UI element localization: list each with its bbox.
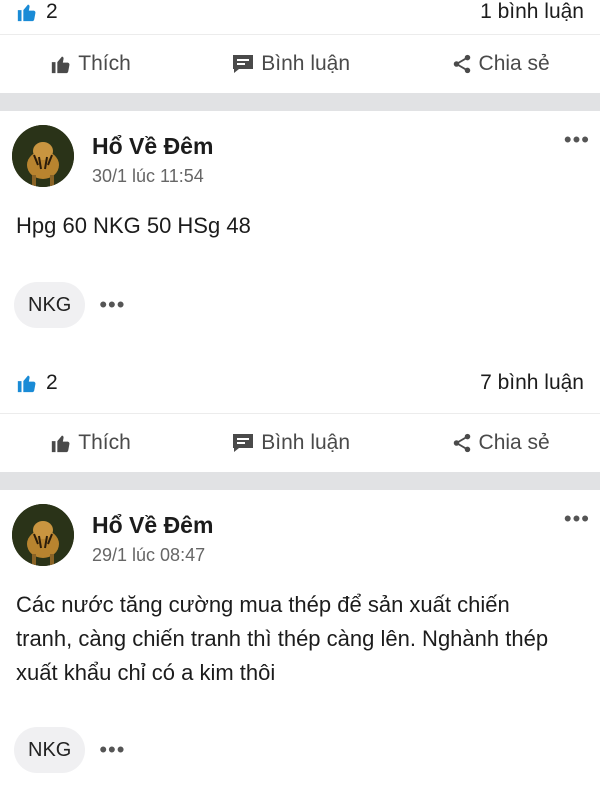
stock-tag-chip[interactable]: NKG xyxy=(14,727,86,773)
more-horizontal-icon: ••• xyxy=(563,506,590,531)
stock-tag-chip[interactable]: NKG xyxy=(14,282,86,328)
thumbs-up-icon xyxy=(17,4,36,22)
post-stats: 2 7 bình luận xyxy=(0,353,600,413)
prev-like-count: 2 xyxy=(46,0,58,23)
more-tags-button[interactable]: ••• xyxy=(99,292,125,318)
share-icon xyxy=(453,54,470,74)
like-label: Thích xyxy=(78,431,131,454)
post-time: 30/1 lúc 11:54 xyxy=(92,166,204,186)
prev-comment-count[interactable]: 1 bình luận xyxy=(480,0,584,24)
author-name[interactable]: Hổ Về Đêm xyxy=(92,512,564,539)
author-info: Hổ Về Đêm 29/1 lúc 08:47 xyxy=(92,504,564,566)
post-content: Các nước tăng cường mua thép để sản xuất… xyxy=(16,592,549,685)
post-card: Hổ Về Đêm 30/1 lúc 11:54 ••• Hpg 60 NKG … xyxy=(0,111,600,472)
author-name[interactable]: Hổ Về Đêm xyxy=(92,133,564,160)
more-options-button[interactable]: ••• xyxy=(564,127,590,153)
thumbs-up-icon xyxy=(52,56,70,74)
like-button[interactable]: Thích xyxy=(50,431,131,455)
share-icon xyxy=(453,433,470,453)
like-button[interactable]: Thích xyxy=(50,52,131,76)
share-button[interactable]: Chia sẻ xyxy=(451,431,550,455)
post-separator xyxy=(0,93,600,111)
post-tags: NKG ••• xyxy=(0,275,600,335)
share-label: Chia sẻ xyxy=(478,52,550,75)
thumbs-up-icon xyxy=(17,375,36,393)
share-label: Chia sẻ xyxy=(478,431,550,454)
comment-count[interactable]: 7 bình luận xyxy=(480,371,584,395)
like-count: 2 xyxy=(46,371,58,394)
post-time: 29/1 lúc 08:47 xyxy=(92,545,206,565)
comment-label: Bình luận xyxy=(261,431,351,454)
comment-button[interactable]: Bình luận xyxy=(231,431,350,455)
comment-bubble-icon xyxy=(233,55,254,73)
post-header: Hổ Về Đêm 29/1 lúc 08:47 ••• xyxy=(0,490,600,574)
prev-post-actions: Thích Bình luận Chia sẻ xyxy=(0,34,600,93)
more-horizontal-icon: ••• xyxy=(563,127,590,152)
prev-post-footer: 2 1 bình luận Thích Bình luận Chia sẻ xyxy=(0,0,600,93)
comment-button[interactable]: Bình luận xyxy=(231,52,350,76)
more-options-button[interactable]: ••• xyxy=(564,506,590,532)
avatar[interactable] xyxy=(12,125,74,187)
post-content: Hpg 60 NKG 50 HSg 48 xyxy=(16,213,251,238)
comment-bubble-icon xyxy=(233,434,254,452)
prev-post-stats: 2 1 bình luận xyxy=(0,0,600,34)
post-separator xyxy=(0,472,600,490)
thumbs-up-icon xyxy=(52,435,70,453)
post-header: Hổ Về Đêm 30/1 lúc 11:54 ••• xyxy=(0,111,600,195)
post-tags: NKG ••• xyxy=(0,720,600,780)
like-label: Thích xyxy=(78,52,131,75)
tiger-avatar-icon xyxy=(12,504,74,566)
share-button[interactable]: Chia sẻ xyxy=(451,52,550,76)
tiger-avatar-icon xyxy=(12,125,74,187)
comment-label: Bình luận xyxy=(261,52,351,75)
author-info: Hổ Về Đêm 30/1 lúc 11:54 xyxy=(92,125,564,187)
post-likes[interactable]: 2 xyxy=(16,371,58,395)
avatar[interactable] xyxy=(12,504,74,566)
post-card: Hổ Về Đêm 29/1 lúc 08:47 ••• Các nước tă… xyxy=(0,490,600,780)
post-actions: Thích Bình luận Chia sẻ xyxy=(0,413,600,472)
more-tags-button[interactable]: ••• xyxy=(99,737,125,763)
prev-post-likes[interactable]: 2 xyxy=(16,0,58,24)
